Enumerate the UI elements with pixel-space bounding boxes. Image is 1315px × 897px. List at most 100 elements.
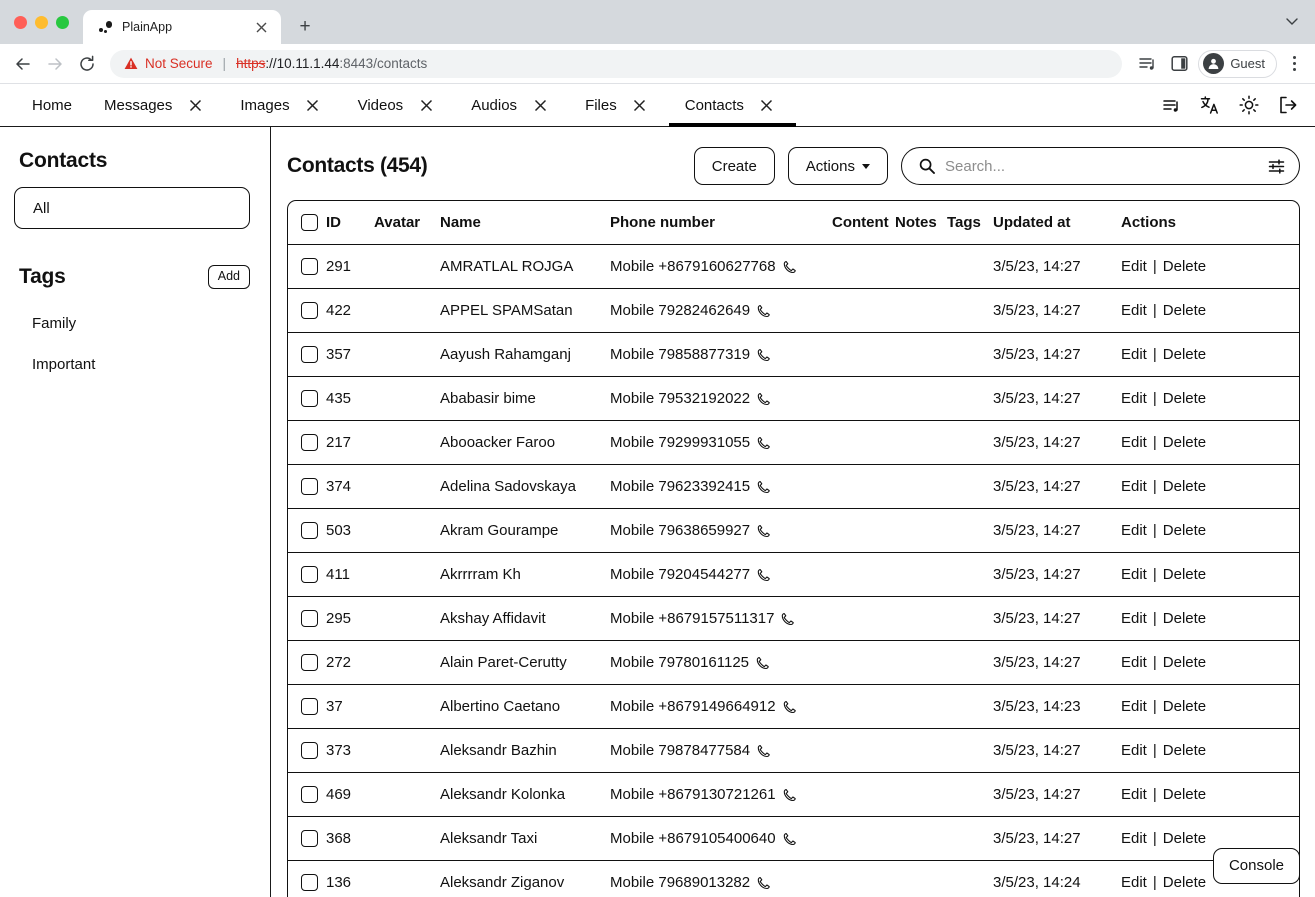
- nav-tab-audios[interactable]: Audios: [455, 84, 569, 126]
- edit-link[interactable]: Edit: [1121, 874, 1147, 891]
- nav-tab-images[interactable]: Images: [224, 84, 341, 126]
- edit-link[interactable]: Edit: [1121, 346, 1147, 363]
- table-row[interactable]: 422 APPEL SPAMSatan Mobile 79282462649 3/5/…: [288, 289, 1299, 333]
- close-tab-icon[interactable]: [527, 84, 553, 126]
- new-tab-button[interactable]: +: [291, 12, 319, 40]
- close-tab-icon[interactable]: [251, 17, 271, 37]
- sidebar-item-tag-family[interactable]: Family: [14, 303, 250, 344]
- delete-link[interactable]: Delete: [1163, 302, 1206, 319]
- row-checkbox[interactable]: [301, 302, 318, 319]
- delete-link[interactable]: Delete: [1163, 874, 1206, 891]
- search-input[interactable]: [945, 157, 1258, 175]
- phone-call-icon[interactable]: [757, 480, 771, 494]
- close-tab-icon[interactable]: [413, 84, 439, 126]
- back-icon[interactable]: [8, 49, 38, 79]
- browser-menu-icon[interactable]: [1283, 51, 1305, 77]
- phone-call-icon[interactable]: [757, 568, 771, 582]
- close-window-button[interactable]: [14, 16, 27, 29]
- table-row[interactable]: 357 Aayush Rahamganj Mobile 79858877319 3/5…: [288, 333, 1299, 377]
- table-row[interactable]: 217 Abooacker Faroo Mobile 79299931055 3/5/…: [288, 421, 1299, 465]
- close-tab-icon[interactable]: [300, 84, 326, 126]
- media-playlist-icon[interactable]: [1132, 49, 1162, 79]
- playlist-icon[interactable]: [1160, 94, 1182, 116]
- phone-call-icon[interactable]: [757, 304, 771, 318]
- edit-link[interactable]: Edit: [1121, 302, 1147, 319]
- sidebar-item-tag-important[interactable]: Important: [14, 344, 250, 385]
- delete-link[interactable]: Delete: [1163, 610, 1206, 627]
- row-checkbox[interactable]: [301, 522, 318, 539]
- delete-link[interactable]: Delete: [1163, 654, 1206, 671]
- row-checkbox[interactable]: [301, 786, 318, 803]
- nav-tab-files[interactable]: Files: [569, 84, 669, 126]
- edit-link[interactable]: Edit: [1121, 742, 1147, 759]
- row-checkbox[interactable]: [301, 698, 318, 715]
- delete-link[interactable]: Delete: [1163, 698, 1206, 715]
- delete-link[interactable]: Delete: [1163, 434, 1206, 451]
- add-tag-button[interactable]: Add: [207, 265, 250, 289]
- nav-tab-videos[interactable]: Videos: [342, 84, 456, 126]
- phone-call-icon[interactable]: [783, 260, 797, 274]
- column-header-notes[interactable]: Notes: [895, 201, 947, 245]
- row-checkbox[interactable]: [301, 610, 318, 627]
- row-checkbox[interactable]: [301, 478, 318, 495]
- sidebar-item-all[interactable]: All: [14, 187, 250, 229]
- table-row[interactable]: 295 Akshay Affidavit Mobile +8679157511317…: [288, 597, 1299, 641]
- table-row[interactable]: 469 Aleksandr Kolonka Mobile +867913072126…: [288, 773, 1299, 817]
- edit-link[interactable]: Edit: [1121, 654, 1147, 671]
- phone-call-icon[interactable]: [783, 832, 797, 846]
- table-row[interactable]: 374 Adelina Sadovskaya Mobile 79623392415 3…: [288, 465, 1299, 509]
- table-row[interactable]: 373 Aleksandr Bazhin Mobile 79878477584 3/5…: [288, 729, 1299, 773]
- delete-link[interactable]: Delete: [1163, 830, 1206, 847]
- phone-call-icon[interactable]: [757, 744, 771, 758]
- actions-dropdown-button[interactable]: Actions: [787, 147, 888, 185]
- delete-link[interactable]: Delete: [1163, 258, 1206, 275]
- logout-icon[interactable]: [1277, 94, 1299, 116]
- reload-icon[interactable]: [72, 49, 102, 79]
- phone-call-icon[interactable]: [757, 348, 771, 362]
- edit-link[interactable]: Edit: [1121, 566, 1147, 583]
- delete-link[interactable]: Delete: [1163, 390, 1206, 407]
- nav-tab-contacts[interactable]: Contacts: [668, 84, 797, 127]
- maximize-window-button[interactable]: [56, 16, 69, 29]
- table-row[interactable]: 368 Aleksandr Taxi Mobile +8679105400640 3/…: [288, 817, 1299, 861]
- chevron-down-icon[interactable]: [1283, 12, 1301, 30]
- row-checkbox[interactable]: [301, 390, 318, 407]
- column-header-name[interactable]: Name: [440, 201, 610, 245]
- column-header-content[interactable]: Content: [832, 201, 895, 245]
- phone-call-icon[interactable]: [781, 612, 795, 626]
- column-header-avatar[interactable]: Avatar: [374, 201, 440, 245]
- phone-call-icon[interactable]: [757, 392, 771, 406]
- theme-sun-icon[interactable]: [1238, 94, 1260, 116]
- edit-link[interactable]: Edit: [1121, 258, 1147, 275]
- row-checkbox[interactable]: [301, 346, 318, 363]
- edit-link[interactable]: Edit: [1121, 830, 1147, 847]
- edit-link[interactable]: Edit: [1121, 610, 1147, 627]
- close-tab-icon[interactable]: [627, 84, 653, 126]
- browser-tab[interactable]: PlainApp: [83, 10, 281, 44]
- phone-call-icon[interactable]: [783, 700, 797, 714]
- phone-call-icon[interactable]: [757, 524, 771, 538]
- column-header-phone-number[interactable]: Phone number: [610, 201, 832, 245]
- row-checkbox[interactable]: [301, 874, 318, 891]
- profile-button[interactable]: Guest: [1198, 49, 1277, 78]
- phone-call-icon[interactable]: [757, 876, 771, 890]
- row-checkbox[interactable]: [301, 830, 318, 847]
- column-header-tags[interactable]: Tags: [947, 201, 993, 245]
- address-bar[interactable]: Not Secure | https://10.11.1.44:8443/con…: [110, 49, 1123, 78]
- edit-link[interactable]: Edit: [1121, 522, 1147, 539]
- edit-link[interactable]: Edit: [1121, 478, 1147, 495]
- edit-link[interactable]: Edit: [1121, 698, 1147, 715]
- edit-link[interactable]: Edit: [1121, 786, 1147, 803]
- filter-settings-icon[interactable]: [1268, 158, 1285, 175]
- select-all-checkbox[interactable]: [301, 214, 318, 231]
- row-checkbox[interactable]: [301, 742, 318, 759]
- edit-link[interactable]: Edit: [1121, 390, 1147, 407]
- nav-tab-messages[interactable]: Messages: [88, 84, 224, 126]
- row-checkbox[interactable]: [301, 654, 318, 671]
- table-row[interactable]: 272 Alain Paret-Cerutty Mobile 79780161125…: [288, 641, 1299, 685]
- delete-link[interactable]: Delete: [1163, 346, 1206, 363]
- table-row[interactable]: 136 Aleksandr Ziganov Mobile 79689013282 3/…: [288, 861, 1299, 897]
- column-header-id[interactable]: ID: [326, 201, 374, 245]
- phone-call-icon[interactable]: [783, 788, 797, 802]
- table-row[interactable]: 503 Akram Gourampe Mobile 79638659927 3/5/2…: [288, 509, 1299, 553]
